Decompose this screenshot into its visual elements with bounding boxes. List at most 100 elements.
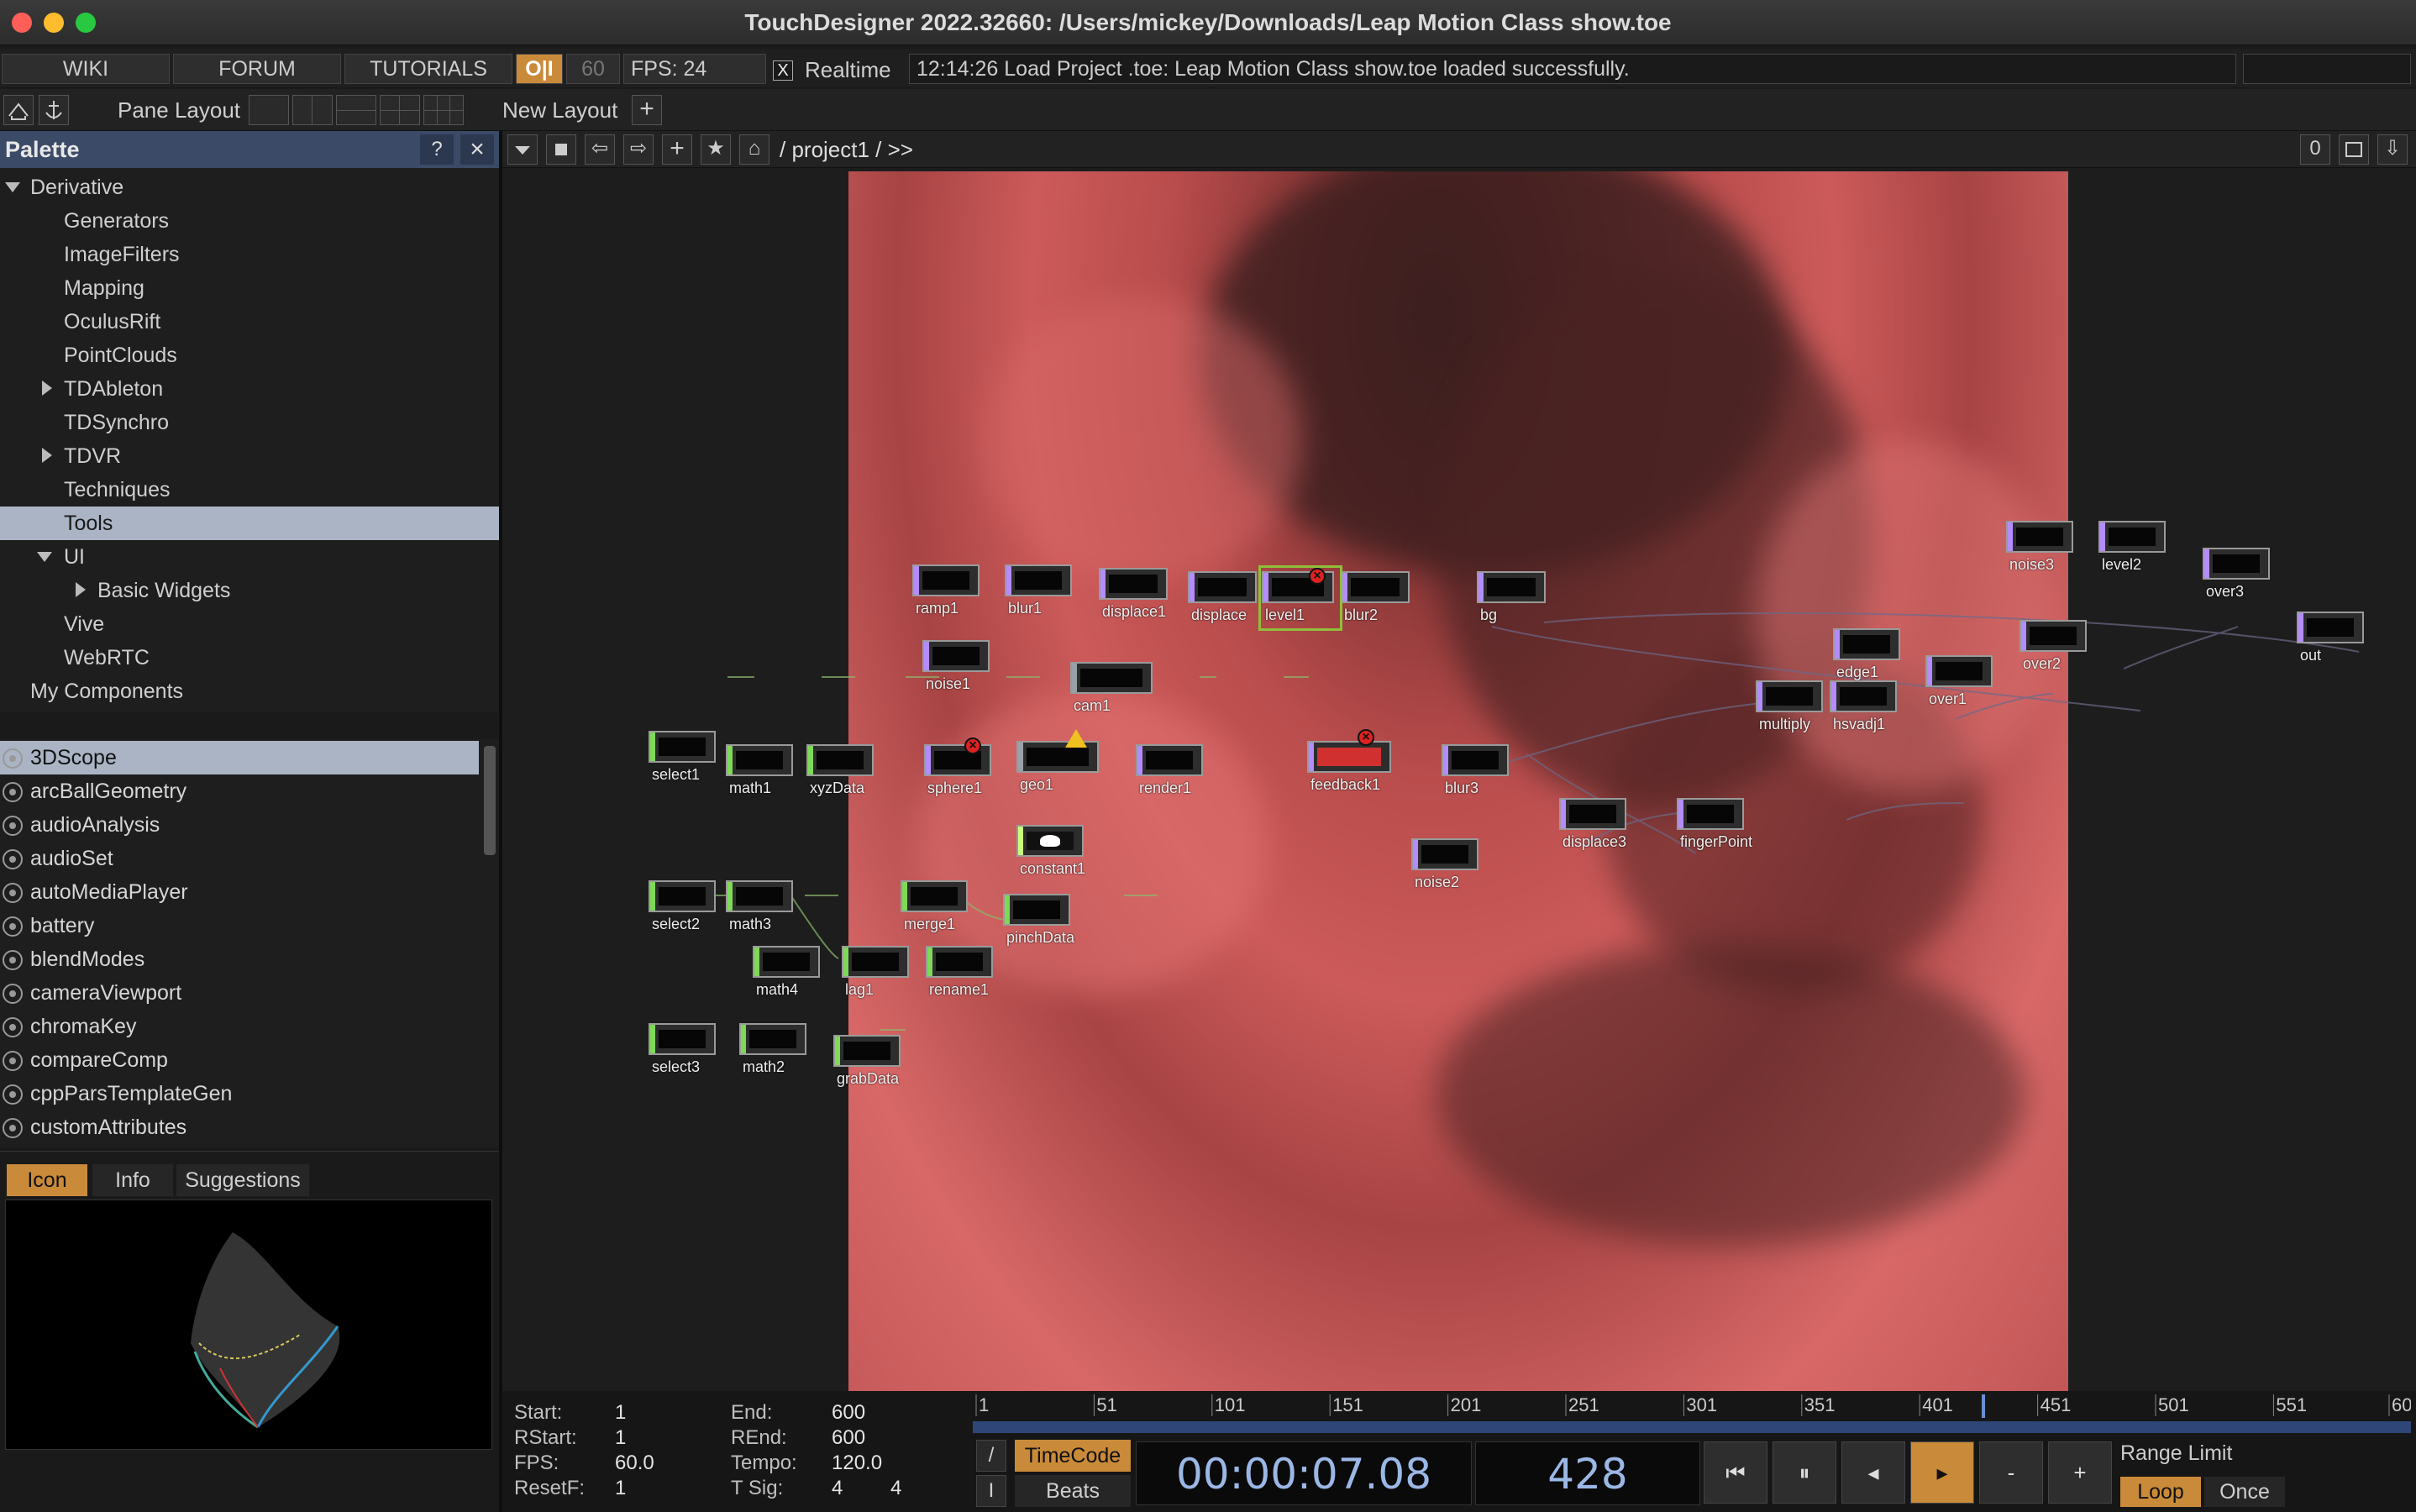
operator-node[interactable]: pinchData bbox=[1003, 894, 1074, 946]
tree-item-techniques[interactable]: Techniques bbox=[64, 473, 170, 507]
end-value[interactable]: 600 bbox=[832, 1401, 865, 1425]
expand-arrow-icon[interactable] bbox=[42, 381, 52, 396]
operator-node[interactable]: out bbox=[2297, 612, 2364, 664]
tree-item-imagefilters[interactable]: ImageFilters bbox=[64, 238, 180, 271]
pause-icon[interactable]: ⏸ bbox=[1773, 1441, 1836, 1504]
operator-node[interactable]: render1 bbox=[1136, 744, 1203, 796]
tab-icon[interactable]: Icon bbox=[7, 1164, 87, 1196]
operator-node[interactable]: select3 bbox=[649, 1023, 716, 1075]
palette-close-button[interactable]: × bbox=[460, 134, 494, 165]
tree-item-tdsynchro[interactable]: TDSynchro bbox=[64, 406, 169, 439]
operator-node[interactable]: sphere1 bbox=[924, 744, 991, 796]
tree-item-ui[interactable]: UI bbox=[64, 540, 85, 574]
tree-item-tools[interactable]: Tools bbox=[64, 507, 113, 540]
tree-item-generators[interactable]: Generators bbox=[64, 204, 169, 238]
fps-cap-field[interactable]: 60 bbox=[566, 54, 620, 84]
i-button[interactable]: I bbox=[976, 1475, 1006, 1507]
tsig-value-a[interactable]: 4 bbox=[832, 1477, 843, 1500]
list-item[interactable]: cppParsTemplateGen bbox=[0, 1077, 482, 1110]
collapse-arrow-icon[interactable] bbox=[5, 182, 20, 192]
tree-item-tdableton[interactable]: TDAbleton bbox=[64, 372, 163, 406]
list-item[interactable]: audioSet bbox=[0, 842, 482, 875]
step-minus-button[interactable]: - bbox=[1979, 1441, 2043, 1504]
tree-item-my-components[interactable]: My Components bbox=[30, 675, 183, 708]
timeline-range-bar[interactable] bbox=[973, 1421, 2411, 1433]
tree-item-mapping[interactable]: Mapping bbox=[64, 271, 144, 305]
layout-split-vertical-icon[interactable] bbox=[292, 95, 333, 125]
operator-node[interactable]: merge1 bbox=[901, 880, 968, 932]
tree-item-pointclouds[interactable]: PointClouds bbox=[64, 339, 177, 372]
operator-node[interactable]: rename1 bbox=[926, 946, 993, 998]
operator-node[interactable]: ramp1 bbox=[912, 564, 980, 617]
layout-three-icon[interactable] bbox=[380, 95, 420, 125]
tree-item-oculusrift[interactable]: OculusRift bbox=[64, 305, 160, 339]
step-back-icon[interactable]: ◂ bbox=[1841, 1441, 1905, 1504]
anchor-icon[interactable] bbox=[39, 95, 69, 125]
timeline-playhead[interactable] bbox=[1982, 1394, 1986, 1418]
operator-node[interactable]: lag1 bbox=[842, 946, 909, 998]
operator-node[interactable]: select2 bbox=[649, 880, 716, 932]
warning-icon[interactable] bbox=[1065, 729, 1087, 748]
operator-node[interactable]: bg bbox=[1477, 571, 1546, 623]
operator-node[interactable]: blur1 bbox=[1005, 564, 1072, 617]
perform-mode-toggle[interactable]: O|I bbox=[516, 54, 563, 84]
list-item[interactable]: battery bbox=[0, 909, 482, 942]
palette-help-button[interactable]: ? bbox=[420, 134, 454, 165]
operator-node[interactable]: xyzData bbox=[806, 744, 874, 796]
operator-node[interactable]: grabData bbox=[833, 1035, 901, 1087]
list-item[interactable]: autoMediaPlayer bbox=[0, 875, 482, 909]
expand-arrow-icon[interactable] bbox=[76, 582, 86, 597]
tree-item-derivative[interactable]: Derivative bbox=[30, 171, 123, 204]
timecode-display[interactable]: 00:00:07.08 bbox=[1136, 1441, 1472, 1505]
list-item[interactable]: customAttributes bbox=[0, 1110, 482, 1144]
once-toggle[interactable]: Once bbox=[2204, 1477, 2285, 1507]
network-editor[interactable]: ⇦ ⇨ + ★ ⌂ / project1 / >> 0 ⇩ ramp1 blur1… bbox=[502, 131, 2416, 1391]
operator-node[interactable]: edge1 bbox=[1833, 628, 1900, 680]
wiki-button[interactable]: WIKI bbox=[2, 54, 170, 84]
collapse-arrow-icon[interactable] bbox=[37, 552, 52, 562]
layout-four-icon[interactable] bbox=[423, 95, 464, 125]
operator-node[interactable]: constant1 bbox=[1016, 825, 1085, 877]
slash-button[interactable]: / bbox=[976, 1440, 1006, 1472]
operator-node[interactable]: over1 bbox=[1925, 655, 1993, 707]
operator-node[interactable]: hsvadj1 bbox=[1830, 680, 1897, 732]
operator-node[interactable]: noise3 bbox=[2006, 521, 2073, 573]
operator-node[interactable]: over3 bbox=[2203, 548, 2270, 600]
operator-node[interactable]: feedback1 bbox=[1307, 741, 1391, 793]
operator-node[interactable]: select1 bbox=[649, 731, 716, 783]
layout-single-icon[interactable] bbox=[249, 95, 289, 125]
tempo-value[interactable]: 120.0 bbox=[832, 1452, 882, 1475]
error-icon[interactable]: × bbox=[1358, 729, 1374, 746]
operator-node[interactable]: noise1 bbox=[922, 640, 990, 692]
list-item[interactable]: chromaKey bbox=[0, 1010, 482, 1043]
timecode-toggle[interactable]: TimeCode bbox=[1015, 1440, 1131, 1472]
error-icon[interactable]: × bbox=[1309, 568, 1326, 585]
tree-item-tdvr[interactable]: TDVR bbox=[64, 439, 121, 473]
beats-toggle[interactable]: Beats bbox=[1015, 1475, 1131, 1507]
rend-value[interactable]: 600 bbox=[832, 1426, 865, 1450]
tree-item-basic-widgets[interactable]: Basic Widgets bbox=[97, 574, 230, 607]
operator-node[interactable]: math4 bbox=[753, 946, 820, 998]
home-icon[interactable] bbox=[3, 95, 34, 125]
operator-node[interactable]: math3 bbox=[726, 880, 793, 932]
operator-node[interactable]: over2 bbox=[2019, 620, 2087, 672]
resetf-value[interactable]: 1 bbox=[615, 1477, 626, 1500]
operator-node[interactable]: level2 bbox=[2098, 521, 2166, 573]
operator-node[interactable]: displace bbox=[1188, 571, 1257, 623]
tutorials-button[interactable]: TUTORIALS bbox=[344, 54, 512, 84]
operator-node[interactable]: multiply bbox=[1756, 680, 1823, 732]
tsig-value-b[interactable]: 4 bbox=[890, 1477, 901, 1500]
tree-item-webrtc[interactable]: WebRTC bbox=[64, 641, 150, 675]
component-list-scrollbar[interactable] bbox=[484, 746, 496, 855]
frame-display[interactable]: 428 bbox=[1475, 1441, 1700, 1505]
operator-node[interactable]: noise2 bbox=[1411, 838, 1478, 890]
list-item[interactable]: compareComp bbox=[0, 1043, 482, 1077]
realtime-checkbox[interactable]: X bbox=[773, 60, 793, 81]
list-item[interactable]: audioAnalysis bbox=[0, 808, 482, 842]
tab-suggestions[interactable]: Suggestions bbox=[176, 1164, 309, 1196]
timeline-ruler[interactable]: 151101151201251301351401451501551600 bbox=[973, 1391, 2411, 1438]
play-icon[interactable]: ▸ bbox=[1910, 1441, 1974, 1504]
operator-node[interactable]: fingerPoint bbox=[1677, 798, 1752, 850]
operator-node[interactable]: math2 bbox=[739, 1023, 806, 1075]
operator-node[interactable]: cam1 bbox=[1070, 662, 1153, 714]
